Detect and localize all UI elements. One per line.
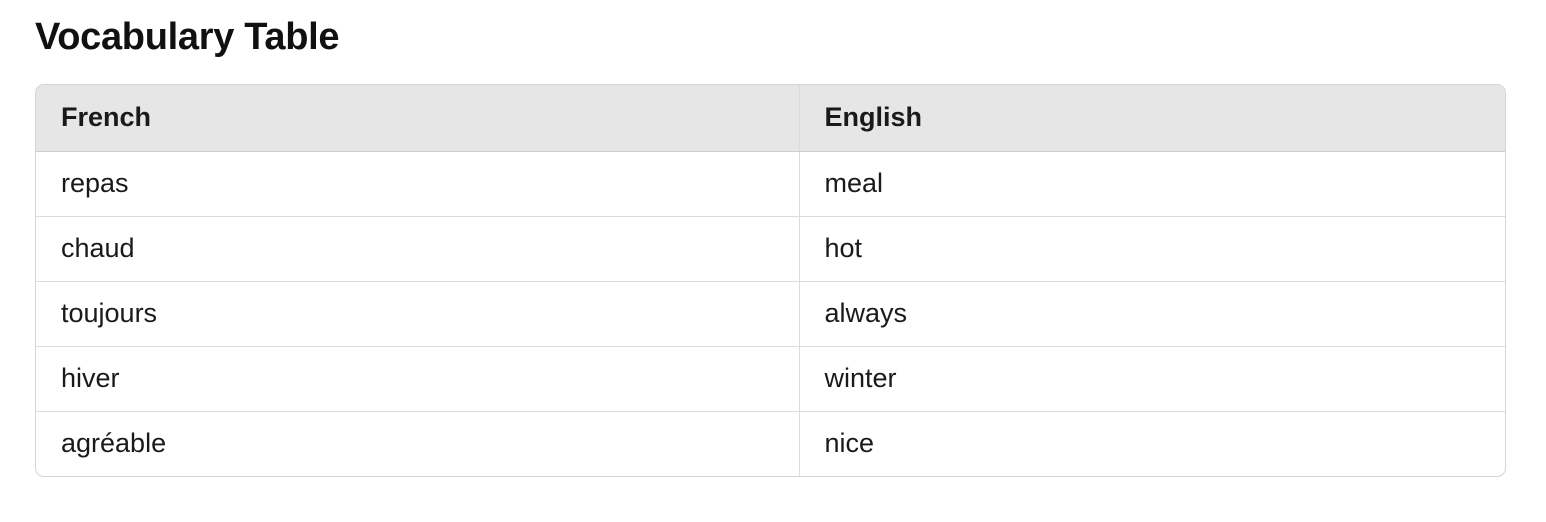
table-header: French English	[36, 85, 1505, 152]
cell-french: chaud	[36, 215, 799, 281]
cell-french: hiver	[36, 345, 799, 411]
cell-english: always	[798, 280, 1505, 346]
table-header-row: French English	[36, 85, 1505, 152]
column-header-english: English	[798, 85, 1505, 152]
table-row: hiver winter	[36, 345, 1505, 411]
vocabulary-table: French English repas meal chaud hot touj…	[36, 85, 1505, 476]
column-header-french: French	[36, 85, 799, 152]
cell-english: nice	[798, 410, 1505, 476]
table-row: toujours always	[36, 280, 1505, 346]
page-title: Vocabulary Table	[35, 16, 340, 58]
vocabulary-table-container: French English repas meal chaud hot touj…	[35, 84, 1506, 477]
cell-french: repas	[61, 168, 129, 198]
cell-french: toujours	[36, 280, 799, 346]
cell-english: meal	[798, 151, 1505, 216]
document: Vocabulary Table French English repas me…	[35, 12, 1506, 477]
table-body: repas meal chaud hot toujours always hiv…	[36, 151, 1505, 476]
cell-french: agréable	[36, 410, 799, 476]
cell-english: winter	[798, 345, 1505, 411]
table-row: repas meal	[36, 151, 1505, 216]
table-row: chaud hot	[36, 215, 1505, 281]
cell-english: hot	[798, 215, 1505, 281]
table-row: agréable nice	[36, 410, 1505, 476]
